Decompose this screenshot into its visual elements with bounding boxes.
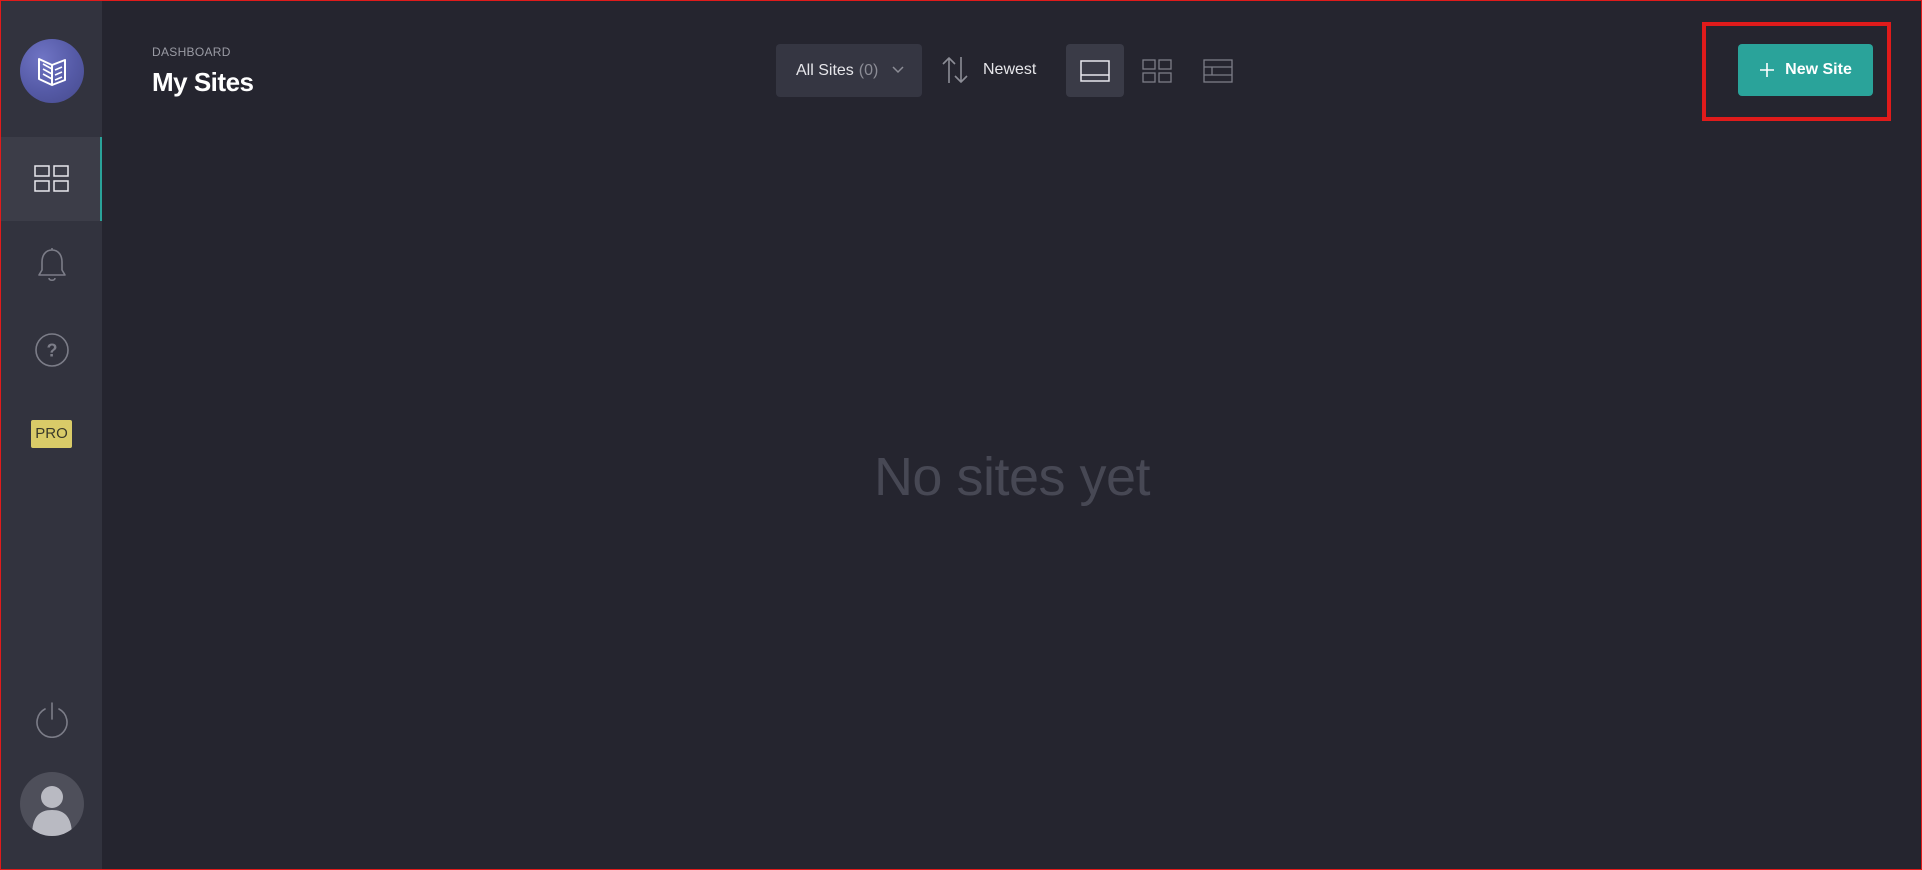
filter-count: (0)	[858, 61, 879, 79]
plus-icon	[1759, 62, 1775, 78]
grid-icon	[33, 165, 69, 192]
new-site-label: New Site	[1785, 61, 1852, 78]
user-avatar[interactable]	[20, 772, 84, 836]
sidebar-item-notifications[interactable]	[1, 223, 102, 307]
empty-state-message: No sites yet	[873, 447, 1151, 507]
sidebar: ? PRO	[1, 1, 102, 869]
sort-label: Newest	[983, 61, 1037, 78]
power-icon	[35, 702, 68, 738]
single-column-view-icon	[1080, 59, 1110, 82]
sidebar-item-help[interactable]: ?	[1, 308, 102, 392]
grid-view-icon	[1142, 58, 1172, 83]
sidebar-item-dashboard[interactable]	[1, 137, 102, 221]
app-window: ? PRO DASHBOARD My Sites All Sites (0) N…	[0, 0, 1922, 870]
new-site-button[interactable]: New Site	[1738, 44, 1873, 96]
filter-label: All Sites	[796, 61, 854, 79]
site-filter-dropdown[interactable]: All Sites (0)	[776, 44, 922, 97]
power-button[interactable]	[1, 677, 102, 761]
pro-badge: PRO	[31, 420, 72, 448]
svg-text:?: ?	[46, 341, 57, 361]
book-logo-icon	[38, 58, 66, 86]
grid-view-button[interactable]	[1128, 44, 1186, 97]
list-view-icon	[1203, 58, 1233, 83]
sort-control[interactable]: Newest	[941, 54, 1036, 86]
user-avatar-icon	[32, 786, 72, 836]
list-view-button[interactable]	[1189, 44, 1247, 97]
question-icon: ?	[34, 333, 69, 367]
app-logo[interactable]	[20, 39, 84, 103]
chevron-down-icon	[892, 66, 904, 74]
page-title: My Sites	[152, 67, 254, 97]
sort-arrows-icon	[942, 57, 968, 83]
single-column-view-button[interactable]	[1066, 44, 1124, 97]
bell-icon	[37, 248, 66, 282]
breadcrumb: DASHBOARD	[152, 45, 231, 59]
sidebar-item-pro[interactable]: PRO	[1, 392, 102, 476]
